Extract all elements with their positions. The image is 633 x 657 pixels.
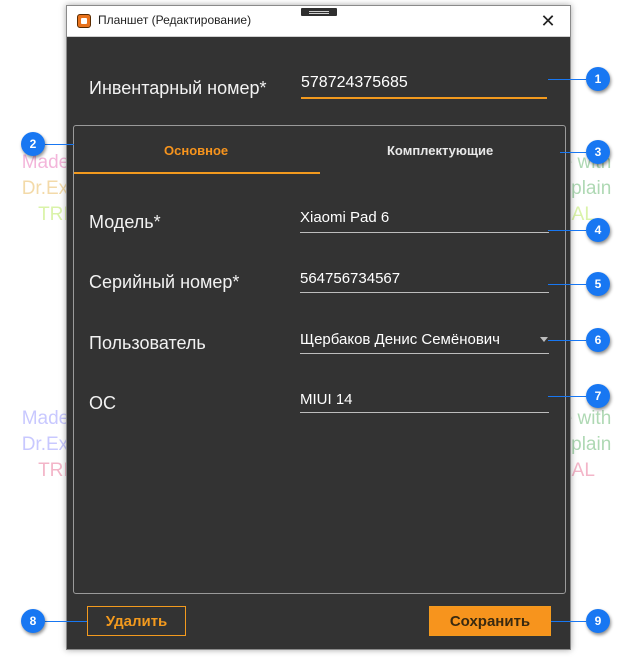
user-label: Пользователь [89, 333, 206, 353]
callout-badge: 6 [586, 328, 610, 352]
user-select-value[interactable]: Щербаков Денис Семёнович [300, 331, 500, 348]
delete-button[interactable]: Удалить [87, 606, 186, 636]
callout-badge: 3 [586, 140, 610, 164]
os-input[interactable]: MIUI 14 [300, 391, 353, 408]
callout-badge: 8 [21, 609, 45, 633]
callout-leader [560, 152, 586, 153]
serial-number-underline [300, 292, 549, 293]
serial-number-input[interactable]: 564756734567 [300, 270, 400, 287]
inventory-number-label: Инвентарный номер* [89, 78, 267, 98]
inventory-number-underline [301, 97, 547, 99]
inventory-number-value[interactable]: 578724375685 [301, 74, 408, 92]
callout-leader [44, 621, 87, 622]
window-title: Планшет (Редактирование) [98, 13, 252, 27]
callout-leader [548, 396, 586, 397]
tab-main[interactable]: Основное [164, 143, 228, 158]
callout-badge: 9 [586, 609, 610, 633]
snap-grip-icon[interactable] [301, 8, 337, 16]
callout-badge: 4 [586, 218, 610, 242]
edit-tablet-window: Планшет (Редактирование) ✕ Инвентарный н… [66, 5, 571, 650]
tab-panel: Основное Комплектующие [73, 125, 566, 594]
tab-components[interactable]: Комплектующие [387, 143, 493, 158]
active-tab-indicator [74, 172, 320, 174]
chevron-down-icon[interactable] [540, 337, 548, 342]
close-button[interactable]: ✕ [526, 6, 570, 36]
model-label: Модель* [89, 212, 161, 232]
title-bar[interactable]: Планшет (Редактирование) ✕ [67, 6, 570, 37]
model-underline [300, 232, 549, 233]
callout-leader [548, 284, 586, 285]
callout-badge: 1 [586, 67, 610, 91]
callout-badge: 5 [586, 272, 610, 296]
callout-leader [548, 340, 586, 341]
callout-badge: 2 [21, 132, 45, 156]
os-label: ОС [89, 393, 116, 413]
callout-badge: 7 [586, 384, 610, 408]
callout-leader [548, 230, 586, 231]
save-button[interactable]: Сохранить [429, 606, 551, 636]
user-select-underline [300, 353, 549, 354]
serial-number-label: Серийный номер* [89, 272, 240, 292]
os-underline [300, 412, 549, 413]
callout-leader [44, 144, 74, 145]
callout-leader [551, 621, 586, 622]
callout-leader [548, 79, 586, 80]
model-input[interactable]: Xiaomi Pad 6 [300, 209, 389, 226]
app-icon [77, 14, 91, 28]
